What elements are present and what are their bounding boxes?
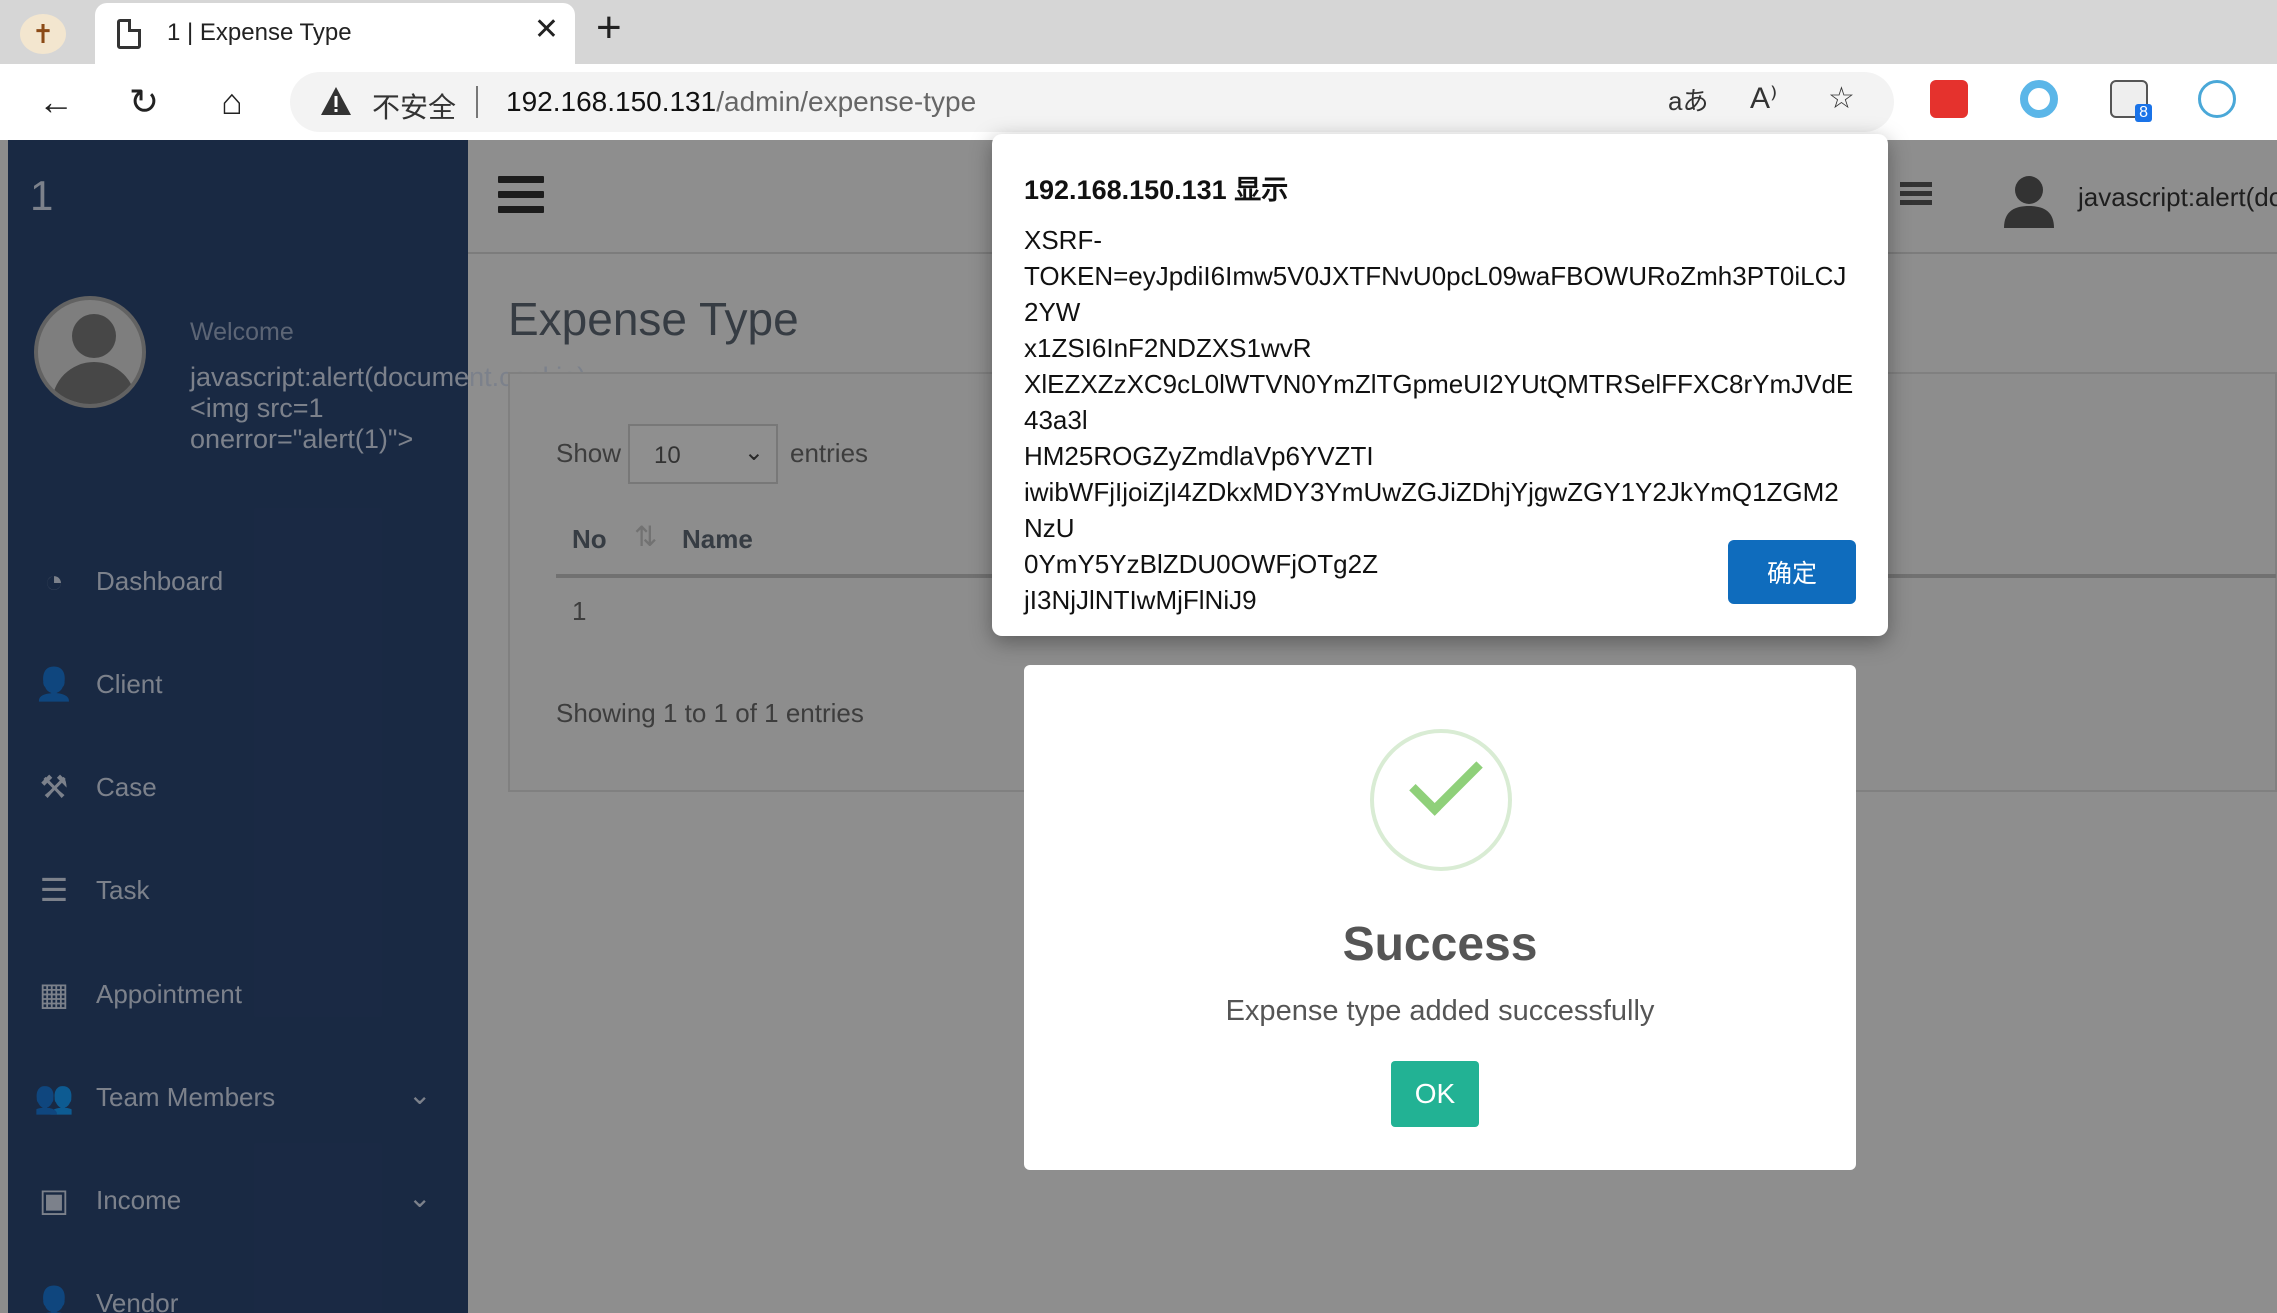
address-bar[interactable]: 不安全 192.168.150.131/admin/expense-type a… <box>290 72 1894 132</box>
success-check-icon <box>1370 729 1512 871</box>
url-host: 192.168.150.131 <box>506 86 717 117</box>
page-icon <box>117 19 141 49</box>
extension-person-icon[interactable] <box>2198 80 2236 118</box>
checkmark <box>1409 742 1483 816</box>
extension-cube-icon[interactable] <box>1930 80 1968 118</box>
extension-badge-icon[interactable]: 8 <box>2110 80 2152 122</box>
profile-avatar-icon[interactable]: ✝ <box>20 14 66 54</box>
translate-icon[interactable]: aあ <box>1668 88 1708 114</box>
new-tab-icon[interactable]: + <box>596 6 622 50</box>
warning-icon[interactable] <box>320 86 352 116</box>
success-title: Success <box>1342 918 1538 971</box>
browser-tab[interactable]: 1 | Expense Type ✕ <box>95 3 575 64</box>
alert-title: 192.168.150.131 显示 <box>1024 175 1289 205</box>
success-message: Expense type added successfully <box>1225 995 1655 1027</box>
favorite-star-icon[interactable]: ☆ <box>1828 84 1855 114</box>
url-path: /admin/expense-type <box>716 86 977 117</box>
reload-icon[interactable]: ↻ <box>120 78 168 126</box>
read-aloud-icon[interactable]: A⁾ <box>1750 84 1777 114</box>
insecure-label[interactable]: 不安全 <box>372 86 456 126</box>
extension-badge-count: 8 <box>2135 104 2152 122</box>
browser-tab-bar: ✝ 1 | Expense Type ✕ + <box>0 0 2277 64</box>
address-separator <box>476 86 478 118</box>
home-icon[interactable]: ⌂ <box>208 78 256 126</box>
success-dialog: Success Expense type added successfully … <box>1024 665 1856 1170</box>
alert-confirm-button[interactable]: 确定 <box>1728 540 1856 604</box>
ok-button[interactable]: OK <box>1391 1061 1479 1127</box>
browser-alert-dialog: 192.168.150.131 显示 XSRF- TOKEN=eyJpdiI6I… <box>992 134 1888 636</box>
tab-title: 1 | Expense Type <box>167 19 352 46</box>
back-icon[interactable]: ← <box>32 78 80 126</box>
url-text[interactable]: 192.168.150.131/admin/expense-type <box>506 86 976 118</box>
close-tab-icon[interactable]: ✕ <box>534 15 559 45</box>
extension-circle-icon[interactable] <box>2020 80 2058 118</box>
